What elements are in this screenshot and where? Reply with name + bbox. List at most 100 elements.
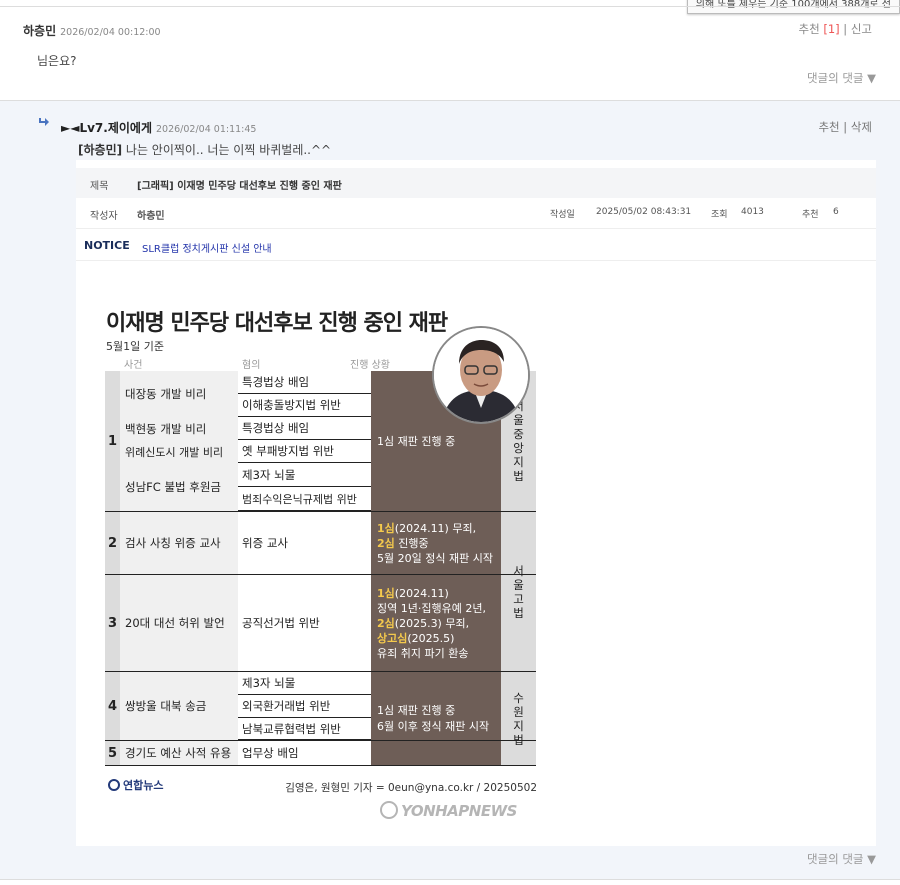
court-cell: 서울 고법: [501, 512, 536, 671]
case-cell: 20대 대선 허위 발언: [120, 575, 238, 671]
status-line: 2심 진행중: [377, 536, 429, 551]
divider: [105, 511, 536, 512]
row-num: 1: [105, 371, 120, 511]
comment-author[interactable]: ►◄Lv7.제이에게 2026/02/04 01:11:45: [61, 119, 256, 136]
charge-cell: 업무상 배임: [242, 746, 299, 760]
portrait-photo: [432, 326, 530, 424]
divider: [105, 671, 536, 672]
status-cell: 1심(2024.11) 징역 1년·집행유예 2년, 2심(2025.3) 무죄…: [371, 575, 501, 671]
notice-label: NOTICE: [84, 239, 130, 252]
case-cell: 검사 사칭 위증 교사: [120, 512, 238, 574]
post-date: 2025/05/02 08:43:31: [596, 207, 692, 217]
author-name: ►◄Lv7.제이에게: [61, 121, 152, 135]
notice-link[interactable]: SLR클럽 정치게시판 신설 안내: [142, 240, 272, 255]
post-rec: 6: [833, 207, 839, 217]
reply-to-tag: [하층민]: [78, 143, 123, 157]
case-cell: 위례신도시 개발 비리: [120, 440, 238, 463]
recommend-count: [1]: [823, 22, 840, 36]
comment-1: 하층민 2026/02/04 00:12:00 추천 [1] | 신고 님은요? …: [0, 7, 900, 101]
status-line: 6월 이후 정식 재판 시작: [377, 719, 490, 733]
graphic-credit: 김영은, 원형민 기자 = 0eun@yna.co.kr / 20250502: [285, 782, 537, 794]
charge-cell: 특경법상 배임: [238, 371, 371, 394]
status-cell: 1심 재판 진행 중 6월 이후 정식 재판 시작: [371, 672, 501, 765]
recommend-button[interactable]: 추천: [818, 120, 839, 134]
trials-table: 1 2 3 4 5 대장동 개발 비리 백현동 개발 비리 위례신도시 개발 비…: [105, 371, 536, 766]
charge-cell: 제3자 뇌물: [238, 672, 371, 695]
case-cell: 쌍방울 대북 송금: [120, 672, 238, 740]
charge-cell: 이해충돌방지법 위반: [238, 394, 371, 417]
delete-button[interactable]: 삭제: [851, 120, 872, 134]
status-cell: 1심(2024.11) 무죄, 2심 진행중 5월 20일 정식 재판 시작: [371, 512, 501, 574]
status-line: 1심(2024.11): [377, 586, 449, 601]
status-line: 1심(2024.11) 무죄,: [377, 521, 476, 536]
status-highlight: 상고심: [377, 631, 408, 645]
author-name: 하층민: [23, 24, 57, 38]
row-num: 4: [105, 672, 120, 740]
charge-cell: 특경법상 배임: [238, 417, 371, 440]
comment-author[interactable]: 하층민 2026/02/04 00:12:00: [23, 22, 161, 39]
status-text: (2025.5): [407, 631, 455, 645]
status-text: (2024.11): [394, 586, 449, 600]
reply-text: 나는 안이찍이.. 너는 이찍 바퀴벌레..^^: [122, 143, 332, 157]
comment-body: 님은요?: [37, 54, 77, 68]
row-num: 2: [105, 512, 120, 574]
charge-cell: 옛 부패방지법 위반: [238, 440, 371, 463]
status-highlight: 2심: [377, 616, 395, 630]
reply-to-comment-link[interactable]: 댓글의 댓글 ▼: [807, 70, 876, 86]
status-highlight: 1심: [377, 521, 395, 535]
case-cell: 대장동 개발 비리: [120, 371, 238, 417]
watermark: YONHAPNEWS: [380, 801, 517, 820]
status-line: 상고심(2025.5): [377, 631, 454, 646]
post-author[interactable]: 하층민: [137, 207, 165, 222]
reply-to-comment-link[interactable]: 댓글의 댓글 ▼: [807, 851, 876, 867]
head-case: 사건: [124, 360, 143, 371]
report-button[interactable]: 신고: [851, 22, 872, 36]
post-meta-row: 작성자 하층민 작성일 2025/05/02 08:43:31 조회 4013 …: [76, 198, 876, 229]
infographic: 이재명 민주당 대선후보 진행 중인 재판 5월1일 기준 사건 혐의 진행 상…: [100, 295, 542, 835]
watermark-icon: [380, 801, 398, 819]
recommend-button[interactable]: 추천 [1]: [799, 22, 840, 36]
status-highlight: 1심: [377, 586, 395, 600]
post-subject[interactable]: [그래픽] 이재명 민주당 대선후보 진행 중인 재판: [137, 177, 342, 192]
comment-date: 2026/02/04 01:11:45: [156, 124, 257, 135]
graphic-title: 이재명 민주당 대선후보 진행 중인 재판: [106, 311, 448, 336]
divider: [105, 574, 536, 575]
logo-icon: [108, 779, 120, 791]
status-text: (2024.11) 무죄,: [394, 521, 477, 535]
charge-cell: 남북교류협력법 위반: [238, 718, 371, 740]
rec-label: 추천: [802, 210, 819, 220]
reply-arrow-icon: [39, 118, 49, 126]
notice-row: NOTICE SLR클럽 정치게시판 신설 안내: [76, 230, 876, 261]
yonhap-logo: 연합뉴스: [108, 777, 163, 793]
row-num: 3: [105, 575, 120, 671]
status-line: 5월 20일 정식 재판 시작: [377, 551, 493, 565]
status-line: 징역 1년·집행유예 2년,: [377, 601, 486, 615]
status-line: 2심(2025.3) 무죄,: [377, 616, 469, 631]
head-charge: 혐의: [242, 360, 261, 371]
graphic-subtitle: 5월1일 기준: [106, 340, 164, 353]
court-cell: 수원 지법: [501, 672, 536, 765]
charge-cell: 외국환거래법 위반: [238, 695, 371, 718]
comment-actions: 추천 [1] | 신고: [798, 22, 872, 36]
row-num: 5: [105, 741, 120, 765]
charge-cell: 위증 교사: [242, 536, 288, 550]
head-status: 진행 상황: [350, 360, 390, 371]
recommend-label: 추천: [798, 22, 820, 36]
subject-label: 제목: [90, 181, 109, 192]
status-line: 유죄 취지 파기 환송: [377, 646, 469, 660]
case-cell: 경기도 예산 사적 유용: [120, 741, 238, 765]
post-subject-row: 제목 [그래픽] 이재명 민주당 대선후보 진행 중인 재판: [76, 168, 876, 198]
comment-body: [하층민] 나는 안이찍이.. 너는 이찍 바퀴벌레..^^: [78, 141, 331, 158]
case-cell: 백현동 개발 비리: [120, 417, 238, 440]
status-highlight: 2심: [377, 536, 395, 550]
post-views: 4013: [741, 207, 764, 217]
status-line: 1심 재판 진행 중: [377, 703, 456, 717]
divider: [105, 740, 536, 741]
author-label: 작성자: [90, 211, 118, 222]
watermark-text: YONHAPNEWS: [401, 802, 517, 820]
charge-cell: 범죄수익은닉규제법 위반: [238, 487, 371, 511]
charge-cell: 제3자 뇌물: [238, 463, 371, 487]
views-label: 조회: [711, 210, 728, 220]
charge-cell: 공직선거법 위반: [242, 616, 320, 630]
status-text: 진행중: [394, 536, 429, 550]
